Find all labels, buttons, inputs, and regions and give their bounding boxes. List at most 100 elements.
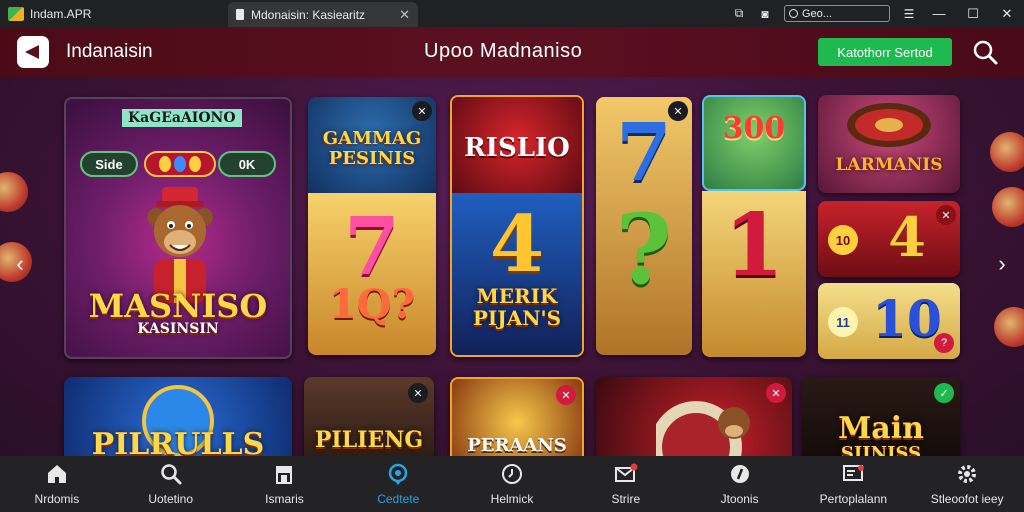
nav-item-settings[interactable]: Stleoofot ieey	[910, 456, 1024, 512]
game-title: 300	[722, 111, 786, 146]
app-icon	[8, 6, 24, 21]
featured-pill-right: 0K	[218, 151, 276, 177]
tab-close-icon[interactable]: ✕	[399, 7, 410, 23]
game-card[interactable]: LARMANIS	[818, 95, 960, 193]
globe-icon	[789, 9, 798, 18]
browser-tab[interactable]: Mdonaisin: Kasiearitz ✕	[228, 2, 418, 27]
game-title: Main	[838, 411, 924, 446]
mail-icon	[614, 463, 638, 482]
favorite-badge-icon[interactable]: ✕	[936, 205, 956, 225]
carousel-prev-arrow-icon[interactable]: ‹	[10, 249, 30, 279]
nav-item-search[interactable]: Uotetino	[114, 456, 228, 512]
camera-icon[interactable]: ◙	[752, 0, 778, 27]
reel-dot	[159, 156, 171, 172]
featured-label: KaGEaAIONO	[122, 109, 242, 127]
game-title: PERAANS	[467, 435, 567, 456]
game-subtitle: MERIK PIJAN'S	[472, 284, 562, 330]
featured-reels	[144, 151, 216, 177]
game-card-body: 7 1Q?	[308, 193, 436, 355]
game-card[interactable]: 11 10 ?	[818, 283, 960, 359]
nav-label: Pertoplalann	[819, 492, 888, 506]
app-title: Indam.APR	[0, 6, 220, 21]
site-header: Indanaisin Upoo Madnaniso Katothorr Sert…	[0, 27, 1024, 77]
game-card[interactable]: PILRULLS	[64, 377, 292, 456]
game-subtitle: SIINISS	[840, 443, 922, 456]
nav-item-location[interactable]: Cedtete	[341, 456, 455, 512]
nav-label: Helmick	[490, 492, 534, 506]
game-card[interactable]: GAMMAG PESINIS 7 1Q? ✕	[308, 97, 436, 355]
nav-label: Nrdomis	[34, 492, 80, 506]
brand-logo-icon[interactable]	[17, 36, 49, 68]
pin-icon	[730, 465, 749, 483]
message-icon	[843, 465, 865, 481]
game-card-body: 1	[702, 191, 806, 357]
search-icon	[160, 464, 182, 485]
store-icon	[276, 466, 293, 484]
close-button[interactable]: ✕	[990, 0, 1024, 27]
game-title: GAMMAG PESINIS	[322, 128, 422, 169]
header-promo-text: Upoo Madnaniso	[424, 40, 583, 62]
nav-item-clock[interactable]: Helmick	[455, 456, 569, 512]
info-badge-icon[interactable]: ?	[934, 333, 954, 353]
game-card-body: 4 MERIK PIJAN'S	[452, 193, 582, 355]
address-chip[interactable]: Geo...	[784, 5, 890, 22]
nav-item-message[interactable]: Pertoplalann	[796, 456, 910, 512]
app-title-text: Indam.APR	[30, 6, 92, 21]
nav-label: Strire	[611, 492, 641, 506]
game-title: RISLIO	[464, 133, 570, 163]
minimize-button[interactable]: —	[922, 0, 956, 27]
roulette-wheel-icon	[847, 103, 931, 147]
game-card-banner: RISLIO	[452, 97, 582, 193]
favorite-badge-icon[interactable]: ✕	[408, 383, 428, 403]
carousel-next-arrow-icon[interactable]: ›	[992, 249, 1012, 279]
reel-dot	[174, 156, 186, 172]
nav-item-pin[interactable]: Jtoonis	[683, 456, 797, 512]
game-card[interactable]: PERAANS ✕	[450, 377, 584, 456]
nav-label: Jtoonis	[720, 492, 759, 506]
header-cta-button[interactable]: Katothorr Sertod	[818, 38, 952, 66]
home-icon	[47, 465, 66, 483]
featured-game-card[interactable]: KaGEaAIONO Side 0K MASNISO KASINSIN	[64, 97, 292, 359]
game-number-suffix: 1Q?	[328, 281, 416, 328]
game-title: PILIENG	[314, 427, 424, 453]
decorative-chip-icon	[0, 172, 28, 212]
game-card[interactable]: RISLIO 4 MERIK PIJAN'S	[450, 95, 584, 357]
nav-label: Ismaris	[265, 492, 304, 506]
decorative-chip-icon	[990, 132, 1024, 172]
game-card[interactable]: PILIENG ✕	[304, 377, 434, 456]
extensions-icon[interactable]: ⧉	[726, 0, 752, 27]
location-icon	[388, 463, 408, 485]
game-number: 1	[724, 195, 784, 296]
nav-label: Cedtete	[377, 492, 420, 506]
game-card[interactable]: 10 4 ✕	[818, 201, 960, 277]
nav-item-store[interactable]: Ismaris	[228, 456, 342, 512]
clock-icon	[502, 464, 523, 484]
favorite-badge-icon[interactable]: ✕	[766, 383, 786, 403]
game-number: 4	[489, 199, 545, 290]
check-badge-icon[interactable]: ✓	[934, 383, 954, 403]
favorite-badge-icon[interactable]: ✕	[556, 385, 576, 405]
featured-game-subname: KASINSIN	[137, 321, 219, 337]
favorite-badge-icon[interactable]: ✕	[668, 101, 688, 121]
app-window: Indam.APR Mdonaisin: Kasiearitz ✕ ⧉ ◙ Ge…	[0, 0, 1024, 512]
game-card[interactable]: 300 1	[702, 95, 806, 357]
menu-icon[interactable]: ☰	[896, 0, 922, 27]
favorite-badge-icon[interactable]: ✕	[412, 101, 432, 121]
search-icon[interactable]	[970, 37, 1000, 67]
game-number-secondary: ?	[615, 193, 673, 306]
roulette-mascot-icon	[656, 401, 750, 456]
bottom-nav: Nrdomis Uotetino Ismaris Cedtete Helmick…	[0, 456, 1024, 512]
game-title: PILRULLS	[91, 427, 265, 456]
maximize-button[interactable]: ☐	[956, 0, 990, 27]
reel-dot	[189, 156, 201, 172]
game-card[interactable]: 7 ? ✕	[596, 97, 692, 355]
nav-item-mail[interactable]: Strire	[569, 456, 683, 512]
game-card[interactable]: Main SIINISS ✓	[802, 377, 960, 456]
game-card[interactable]: ✕	[596, 377, 792, 456]
decorative-chip-icon	[992, 187, 1024, 227]
nav-label: Stleoofot ieey	[930, 492, 1004, 506]
brand-name[interactable]: Indanaisin	[66, 41, 153, 63]
tab-label: Mdonaisin: Kasiearitz	[251, 7, 366, 22]
nav-item-home[interactable]: Nrdomis	[0, 456, 114, 512]
featured-game-name: MASNISO	[88, 287, 268, 325]
